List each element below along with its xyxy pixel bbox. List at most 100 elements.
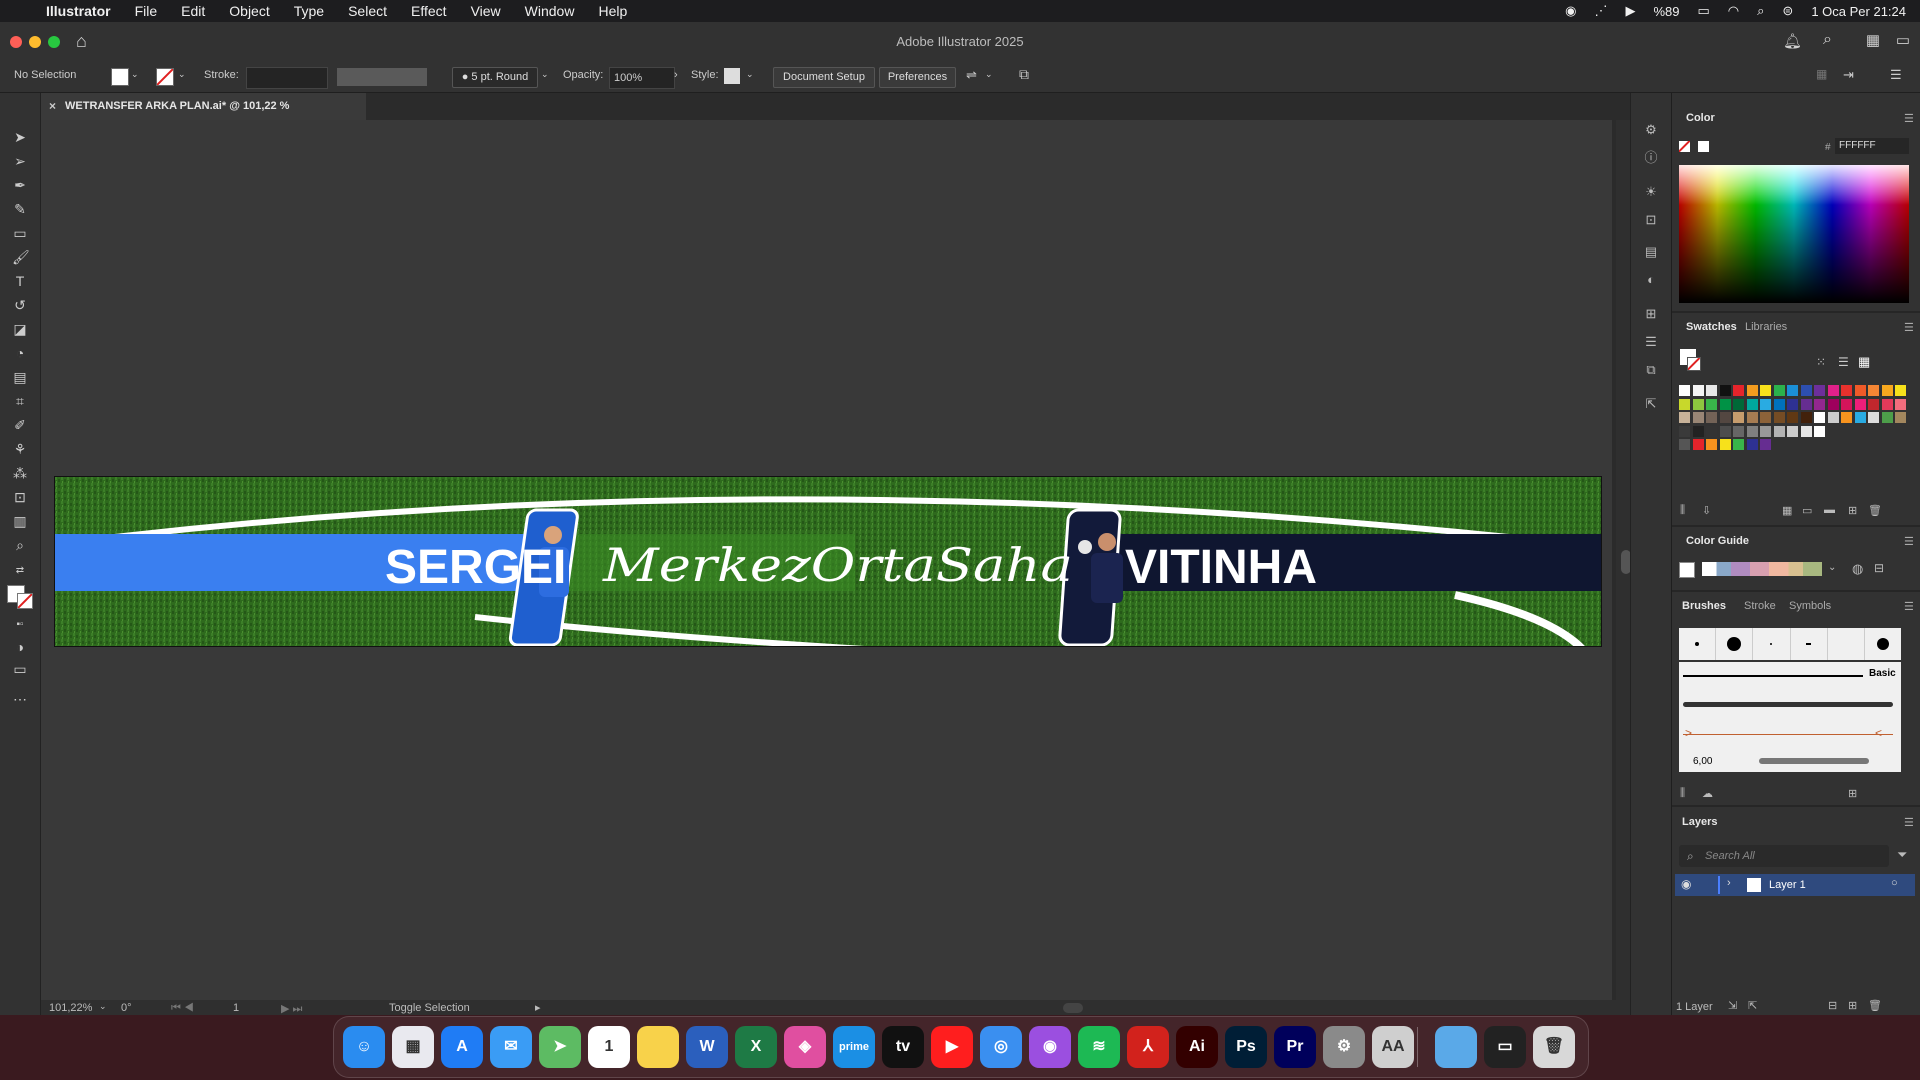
column-graph-tool-icon[interactable]: ▥ — [12, 513, 28, 529]
new-brush-icon[interactable]: ⊞ — [1848, 787, 1857, 800]
menu-view[interactable]: View — [459, 3, 513, 19]
menu-select[interactable]: Select — [336, 3, 399, 19]
dock-app-apple-tv[interactable]: tv — [882, 1026, 924, 1068]
chevron-down-icon[interactable]: ⌄ — [178, 69, 186, 80]
color-swatch[interactable] — [1679, 385, 1690, 396]
color-swatch[interactable] — [1760, 439, 1771, 450]
chevron-down-icon[interactable]: ⌄ — [99, 1001, 107, 1012]
screen-mode-icon[interactable]: ▭ — [12, 661, 28, 677]
color-swatch[interactable] — [1854, 398, 1866, 410]
color-swatch[interactable] — [1679, 425, 1690, 437]
color-swatch[interactable] — [1868, 398, 1879, 410]
dock-app-acrobat[interactable]: ⅄ — [1127, 1026, 1169, 1068]
next-artboard-icon[interactable]: ▶ ⏭ — [281, 1002, 302, 1016]
brush-tips-row[interactable] — [1679, 628, 1901, 660]
type-tool-icon[interactable]: T — [12, 273, 28, 289]
layer-row[interactable]: ◉ › Layer 1 ○ — [1675, 874, 1915, 896]
white-swatch[interactable] — [1698, 141, 1709, 152]
color-swatch[interactable] — [1881, 412, 1893, 423]
harmony-swatches[interactable] — [1702, 562, 1822, 576]
dock-app-copilot[interactable]: ◈ — [784, 1026, 826, 1068]
chevron-right-icon[interactable]: › — [1727, 877, 1731, 889]
horizontal-scroll-thumb[interactable] — [1063, 1003, 1083, 1013]
color-swatch[interactable] — [1719, 412, 1731, 423]
color-swatch[interactable] — [1895, 385, 1906, 396]
libraries-tab[interactable]: Libraries — [1745, 321, 1787, 333]
color-swatch[interactable] — [1787, 385, 1798, 396]
menu-help[interactable]: Help — [586, 3, 639, 19]
color-swatch[interactable] — [1760, 398, 1771, 410]
curvature-tool-icon[interactable]: ✎ — [12, 201, 28, 217]
color-swatch[interactable] — [1719, 398, 1731, 410]
color-swatch[interactable] — [1746, 385, 1758, 396]
direct-selection-tool-icon[interactable]: ➢ — [12, 153, 28, 169]
panel-menu-icon[interactable]: ☰ — [1904, 535, 1914, 548]
color-swatch[interactable] — [1814, 385, 1825, 396]
color-swatch[interactable] — [1787, 425, 1798, 437]
dock-app-mail[interactable]: ✉ — [490, 1026, 532, 1068]
first-artboard-icon[interactable]: ⏮ ◀ — [171, 1002, 194, 1015]
dock-app-calendar[interactable]: 1 — [588, 1026, 630, 1068]
dock-app-illustrator[interactable]: Ai — [1176, 1026, 1218, 1068]
isolate-icon[interactable]: ⧉ — [1019, 66, 1029, 83]
dock-app-excel[interactable]: X — [735, 1026, 777, 1068]
stroke-color-box[interactable] — [17, 593, 33, 609]
dock-app-maps[interactable]: ➤ — [539, 1026, 581, 1068]
basic-brush-stroke[interactable] — [1683, 675, 1863, 677]
color-swatch[interactable] — [1895, 398, 1906, 410]
color-swatch[interactable] — [1868, 412, 1879, 423]
brushes-tab[interactable]: Brushes — [1682, 600, 1726, 612]
brush-tip[interactable] — [1695, 642, 1700, 646]
color-mode-icon[interactable]: ▪▫ — [12, 617, 28, 633]
blend-tool-icon[interactable]: ⚘ — [12, 441, 28, 457]
selection-tool-icon[interactable]: ➤ — [12, 129, 28, 145]
artboard[interactable]: SERGEI VITINHA MerkezOrtaSaha — [54, 476, 1602, 647]
dock-app-premiere[interactable]: Pr — [1274, 1026, 1316, 1068]
menu-file[interactable]: File — [123, 3, 170, 19]
dock-app-prime-video[interactable]: prime — [833, 1026, 875, 1068]
filter-icon[interactable]: ⏷ — [1897, 847, 1907, 863]
charcoal-brush-stroke[interactable] — [1683, 702, 1893, 707]
zoom-level[interactable]: 101,22% — [49, 1002, 92, 1014]
symbol-sprayer-tool-icon[interactable]: ⁂ — [12, 465, 28, 481]
layer-name[interactable]: Layer 1 — [1769, 879, 1806, 891]
color-swatch[interactable] — [1814, 398, 1825, 410]
export-icon[interactable]: ⇱ — [1748, 999, 1757, 1012]
preferences-button[interactable]: Preferences — [879, 67, 956, 88]
notification-icon[interactable]: 🔔︎ — [1783, 32, 1802, 50]
swatch-options-icon[interactable]: ▦ — [1782, 504, 1792, 517]
control-center-icon[interactable]: ⊜ — [1782, 3, 1793, 19]
rotation-value[interactable]: 0° — [121, 1002, 132, 1014]
brush-tip[interactable] — [1727, 637, 1742, 651]
color-swatch[interactable] — [1746, 398, 1758, 410]
transform-icon[interactable]: ⊡ — [1644, 213, 1658, 227]
color-swatch[interactable] — [1719, 425, 1731, 437]
menu-app-name[interactable]: Illustrator — [34, 3, 123, 19]
arrange-icon[interactable]: ⇌ — [966, 67, 977, 83]
chevron-down-icon[interactable]: ⌄ — [1828, 562, 1836, 573]
color-swatch[interactable] — [1773, 412, 1785, 423]
dock-app-settings[interactable]: ⚙ — [1323, 1026, 1365, 1068]
fill-swatch[interactable] — [111, 68, 129, 86]
activity-icon[interactable]: ⋰ — [1594, 3, 1607, 19]
color-swatch[interactable] — [1841, 385, 1852, 396]
transparency-icon[interactable]: ◐ — [1644, 273, 1658, 287]
document-setup-button[interactable]: Document Setup — [773, 67, 875, 88]
swatch-library-icon[interactable]: ⫼ — [1680, 504, 1685, 517]
new-swatch-icon[interactable]: ⊞ — [1848, 504, 1857, 517]
color-swatch[interactable] — [1719, 385, 1731, 396]
layers-search[interactable]: ⌕ Search All — [1679, 845, 1889, 867]
swap-colors-icon[interactable]: ⇄ — [12, 563, 28, 579]
none-swatch[interactable] — [1679, 141, 1690, 152]
color-swatch[interactable] — [1841, 398, 1852, 410]
paintbrush-tool-icon[interactable]: 🖌︎ — [12, 249, 30, 265]
color-swatch[interactable] — [1706, 439, 1717, 450]
new-sublayer-icon[interactable]: ⊟ — [1828, 999, 1837, 1012]
artboards-icon[interactable]: ⊞ — [1644, 307, 1658, 321]
dock-app-font-book[interactable]: AA — [1372, 1026, 1414, 1068]
menu-effect[interactable]: Effect — [399, 3, 459, 19]
color-guide-header[interactable]: Color Guide ☰ — [1672, 530, 1920, 552]
search-icon[interactable]: ⌕ — [1823, 31, 1832, 49]
shape-builder-tool-icon[interactable]: ◔ — [12, 345, 28, 361]
color-swatch[interactable] — [1773, 398, 1785, 410]
